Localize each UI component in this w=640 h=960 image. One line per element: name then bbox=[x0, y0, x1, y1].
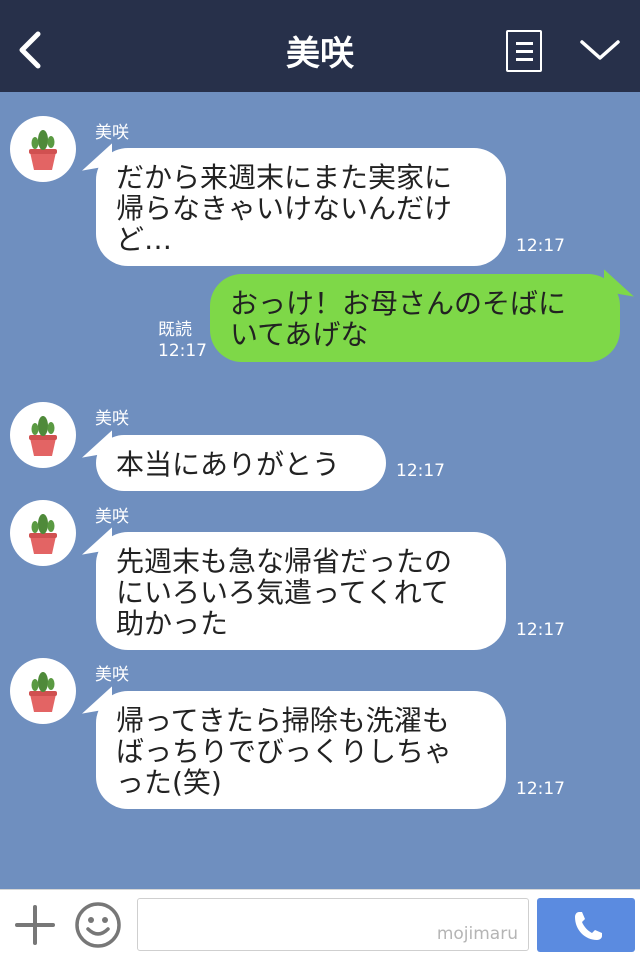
message-line: 助かった bbox=[116, 607, 229, 640]
message-input[interactable]: mojimaru bbox=[137, 898, 529, 951]
message-line: 帰ってきたら掃除も洗濯も bbox=[116, 704, 450, 737]
message-bubble[interactable]: 帰ってきたら掃除も洗濯も ばっちりでびっくりしちゃ った(笑) bbox=[96, 691, 506, 809]
message-line: 帰らなきゃいけないんだけ bbox=[116, 192, 453, 225]
message-time: 12:17 bbox=[516, 620, 565, 640]
avatar[interactable] bbox=[10, 116, 76, 182]
watermark: mojimaru bbox=[436, 924, 518, 944]
sender-name: 美咲 bbox=[95, 665, 129, 685]
message-bubble[interactable]: 本当にありがとう bbox=[96, 435, 386, 491]
message-line: ばっちりでびっくりしちゃ bbox=[116, 735, 453, 768]
message-bubble[interactable]: おっけ！お母さんのそばに いてあげな bbox=[210, 274, 620, 362]
read-receipt: 既読 12:17 bbox=[158, 320, 207, 362]
chat-title: 美咲 bbox=[286, 34, 354, 74]
phone-icon bbox=[575, 912, 602, 940]
chevron-down-icon bbox=[580, 40, 620, 60]
cactus-icon bbox=[29, 130, 57, 170]
chevron-down-button[interactable] bbox=[578, 34, 622, 64]
message-time: 12:17 bbox=[158, 341, 207, 361]
message-time: 12:17 bbox=[396, 461, 445, 481]
message-bubble[interactable]: だから来週末にまた実家に 帰らなきゃいけないんだけ ど… bbox=[96, 148, 506, 266]
chat-area[interactable]: 美咲 だから来週末にまた実家に 帰らなきゃいけないんだけ ど… 12:17 既読… bbox=[0, 92, 640, 889]
cactus-icon bbox=[29, 514, 57, 554]
message-time: 12:17 bbox=[516, 779, 565, 799]
sender-name: 美咲 bbox=[95, 409, 129, 429]
read-status: 既読 bbox=[158, 320, 192, 340]
sender-name: 美咲 bbox=[95, 507, 129, 527]
message-line: ど… bbox=[116, 223, 173, 256]
message-time: 12:17 bbox=[516, 236, 565, 256]
message-line: だから来週末にまた実家に bbox=[116, 161, 453, 194]
chat-header: 美咲 bbox=[0, 0, 640, 92]
message-line: いてあげな bbox=[230, 318, 369, 351]
input-bar: mojimaru bbox=[0, 889, 640, 960]
cactus-icon bbox=[29, 416, 57, 456]
message-bubble[interactable]: 先週末も急な帰省だったの にいろいろ気遣ってくれて 助かった bbox=[96, 532, 506, 650]
message-line: 先週末も急な帰省だったの bbox=[116, 545, 453, 578]
emoji-button[interactable] bbox=[74, 901, 122, 949]
message-line: 本当にありがとう bbox=[116, 448, 341, 481]
avatar[interactable] bbox=[10, 658, 76, 724]
sender-name: 美咲 bbox=[95, 123, 129, 143]
call-button[interactable] bbox=[537, 898, 635, 952]
menu-list-icon-line bbox=[516, 50, 533, 53]
menu-list-icon-line bbox=[516, 58, 533, 61]
smiley-icon bbox=[75, 902, 121, 948]
message-line: にいろいろ気遣ってくれて bbox=[116, 576, 449, 609]
plus-icon bbox=[15, 905, 55, 945]
plus-button[interactable] bbox=[14, 904, 56, 946]
menu-list-icon-line bbox=[516, 42, 533, 45]
menu-button[interactable] bbox=[506, 30, 542, 72]
avatar[interactable] bbox=[10, 500, 76, 566]
message-line: った(笑) bbox=[116, 766, 222, 799]
cactus-icon bbox=[29, 672, 57, 712]
message-line: おっけ！お母さんのそばに bbox=[230, 287, 567, 320]
avatar[interactable] bbox=[10, 402, 76, 468]
